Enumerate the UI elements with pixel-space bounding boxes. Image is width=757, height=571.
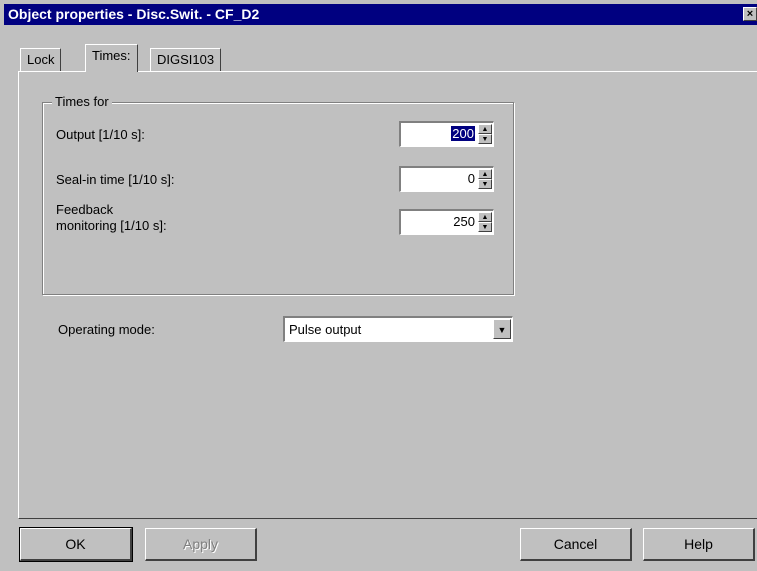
spin-up-icon[interactable]: ▲	[478, 212, 492, 222]
feedback-label-line2: monitoring [1/10 s]:	[56, 218, 167, 233]
cancel-button[interactable]: Cancel	[520, 528, 632, 561]
feedback-value[interactable]: 250	[453, 214, 475, 229]
output-value[interactable]: 200	[451, 126, 475, 141]
tab-label: Lock	[27, 52, 55, 67]
tab-label: DIGSI103	[157, 52, 215, 67]
help-button[interactable]: Help	[643, 528, 755, 561]
seal-in-spinbox[interactable]: 0 ▲ ▼	[399, 166, 494, 192]
tab-digsi103[interactable]: DIGSI103	[150, 48, 222, 72]
operating-mode-value: Pulse output	[289, 322, 362, 337]
output-spinbox[interactable]: 200 ▲ ▼	[399, 121, 494, 147]
operating-mode-label: Operating mode:	[58, 322, 155, 337]
tab-times[interactable]: Times:	[85, 44, 138, 72]
close-icon[interactable]: ×	[743, 7, 757, 21]
spin-up-icon[interactable]: ▲	[478, 169, 492, 179]
feedback-spinbox[interactable]: 250 ▲ ▼	[399, 209, 494, 235]
apply-button[interactable]: Apply	[145, 528, 257, 561]
output-label: Output [1/10 s]:	[56, 127, 145, 142]
spin-down-icon[interactable]: ▼	[478, 134, 492, 144]
title-bar[interactable]: Object properties - Disc.Swit. - CF_D2 ×	[4, 4, 757, 25]
tab-label: Times:	[92, 48, 131, 63]
operating-mode-select[interactable]: Pulse output ▼	[283, 316, 513, 342]
seal-in-label: Seal-in time [1/10 s]:	[56, 172, 175, 187]
feedback-label-line1: Feedback	[56, 202, 114, 217]
seal-in-value[interactable]: 0	[468, 171, 475, 186]
dialog-window: Object properties - Disc.Swit. - CF_D2 ×…	[0, 0, 757, 571]
ok-button[interactable]: OK	[19, 527, 133, 562]
spin-up-icon[interactable]: ▲	[478, 124, 492, 134]
spin-down-icon[interactable]: ▼	[478, 222, 492, 232]
spin-down-icon[interactable]: ▼	[478, 179, 492, 189]
chevron-down-icon[interactable]: ▼	[493, 319, 511, 339]
window-title: Object properties - Disc.Swit. - CF_D2	[8, 6, 260, 22]
groupbox-title: Times for	[52, 94, 112, 109]
tab-lock[interactable]: Lock	[20, 48, 62, 72]
